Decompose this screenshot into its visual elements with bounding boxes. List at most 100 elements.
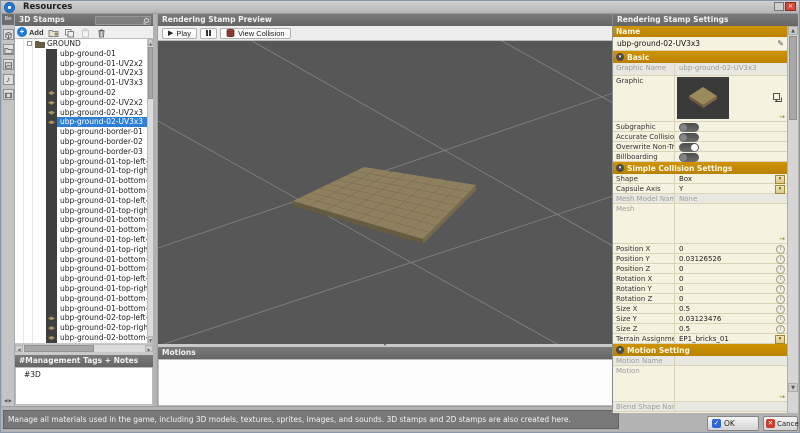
- settings-scrollbar[interactable]: ▲ ▼: [787, 26, 798, 413]
- expand-toggle-icon[interactable]: [27, 41, 32, 46]
- play-button[interactable]: ▶ Play: [162, 28, 197, 39]
- stepper-icon[interactable]: ↕: [776, 265, 785, 274]
- toggle-switch[interactable]: [679, 133, 699, 142]
- scroll-thumb[interactable]: [789, 36, 797, 120]
- scroll-thumb[interactable]: [148, 47, 153, 99]
- tree-item[interactable]: ubp-ground-02: [15, 88, 153, 98]
- tree-item[interactable]: ubp-ground-border-03: [15, 147, 153, 157]
- toggle-switch[interactable]: [679, 153, 699, 162]
- add-stamp-button[interactable]: + Add: [17, 27, 44, 37]
- stepper-icon[interactable]: ↕: [776, 305, 785, 314]
- tree-item[interactable]: ubp-ground-01-top-right-B: [15, 206, 153, 216]
- tree-item[interactable]: ubp-ground-border-02: [15, 137, 153, 147]
- scroll-right-icon[interactable]: ▶: [145, 345, 153, 352]
- tree-item[interactable]: ubp-ground-01-top-left-C-UV2x2: [15, 274, 153, 284]
- value-field[interactable]: 0: [675, 264, 787, 274]
- tree-item[interactable]: ubp-ground-02-UV2x3: [15, 108, 153, 118]
- tree-item[interactable]: ubp-ground-02-top-right-B: [15, 323, 153, 333]
- expand-arrow-icon[interactable]: →: [779, 236, 785, 243]
- ok-button[interactable]: ✓ OK: [707, 416, 759, 431]
- expand-arrow-icon[interactable]: →: [779, 394, 785, 401]
- maximize-button[interactable]: [774, 2, 784, 11]
- tree-item[interactable]: ubp-ground-01-bottom-left-B: [15, 215, 153, 225]
- value-field[interactable]: 0.5: [675, 324, 787, 334]
- cube-3d-icon[interactable]: [3, 29, 14, 40]
- scroll-thumb[interactable]: [24, 345, 94, 352]
- stepper-icon[interactable]: ↕: [776, 255, 785, 264]
- tree-item[interactable]: ubp-ground-01-bottom-right-A: [15, 186, 153, 196]
- tags-note-field[interactable]: #3D: [15, 367, 153, 405]
- scroll-up-icon[interactable]: ▲: [788, 26, 798, 35]
- new-folder-button[interactable]: [47, 26, 60, 38]
- tree-item-label: ubp-ground-02-bottom-left-B: [57, 333, 153, 343]
- tree-item[interactable]: ubp-ground-01-top-right-A: [15, 166, 153, 176]
- expand-arrow-icon[interactable]: →: [779, 114, 785, 121]
- scroll-up-icon[interactable]: ▲: [148, 39, 153, 46]
- tree-item[interactable]: ubp-ground-01-top-left-A: [15, 157, 153, 167]
- search-input[interactable]: [95, 16, 151, 25]
- stepper-icon[interactable]: ↕: [776, 325, 785, 334]
- tree-item[interactable]: ubp-ground-01-bottom-right-C: [15, 264, 153, 274]
- terrain-dropdown[interactable]: ▾: [775, 335, 785, 344]
- tree-item[interactable]: ubp-ground-01-bottom-right-B: [15, 225, 153, 235]
- tree-item[interactable]: ubp-ground-01: [15, 49, 153, 59]
- tree-item[interactable]: ubp-ground-01-UV2x3: [15, 68, 153, 78]
- stepper-icon[interactable]: ↕: [776, 295, 785, 304]
- tree-folder-ground[interactable]: GROUND: [15, 39, 153, 49]
- value-field[interactable]: 0.03126526: [675, 254, 787, 264]
- cancel-button[interactable]: ✕ Cancel: [763, 416, 798, 431]
- collapse-badge-icon[interactable]: ▾: [616, 346, 624, 354]
- collapse-badge-icon[interactable]: ▾: [616, 164, 624, 172]
- delete-trash-icon[interactable]: [95, 26, 108, 38]
- value-field[interactable]: 0.5: [675, 304, 787, 314]
- stepper-icon[interactable]: ↕: [776, 275, 785, 284]
- pause-button[interactable]: [200, 28, 217, 39]
- duplicate-button[interactable]: [63, 26, 76, 38]
- tree-item[interactable]: ubp-ground-border-01: [15, 127, 153, 137]
- tree-item[interactable]: ubp-ground-02-UV3x3: [15, 117, 153, 127]
- tree-item[interactable]: ubp-ground-02-bottom-left-B: [15, 333, 153, 343]
- tree-horizontal-scrollbar[interactable]: ◀ ▶: [15, 344, 153, 352]
- value-field[interactable]: 0: [675, 244, 787, 254]
- tree-item[interactable]: ubp-ground-01-bottom-left-C: [15, 255, 153, 265]
- tree-item[interactable]: ubp-ground-01-bottom-right-C-UV2x2: [15, 304, 153, 314]
- value-field[interactable]: 0: [675, 294, 787, 304]
- value-field[interactable]: 0: [675, 274, 787, 284]
- edit-pencil-icon[interactable]: ✎: [777, 39, 784, 48]
- scroll-down-icon[interactable]: ▼: [148, 336, 153, 343]
- stepper-icon[interactable]: ↕: [776, 245, 785, 254]
- scroll-down-icon[interactable]: ▼: [788, 383, 798, 392]
- stamp-3d-folder-icon[interactable]: [3, 44, 14, 55]
- tree-item[interactable]: ubp-ground-01-top-right-C: [15, 245, 153, 255]
- tree-item[interactable]: ubp-ground-01-UV3x3: [15, 78, 153, 88]
- tree-item[interactable]: ubp-ground-02-UV2x2: [15, 98, 153, 108]
- movie-film-icon[interactable]: [3, 89, 14, 100]
- stepper-icon[interactable]: ↕: [776, 285, 785, 294]
- stepper-icon[interactable]: ↕: [776, 315, 785, 324]
- close-button[interactable]: ✕: [785, 2, 796, 11]
- tree-item[interactable]: ubp-ground-01-top-left-C: [15, 235, 153, 245]
- motions-list[interactable]: [158, 359, 613, 406]
- tree-vertical-scrollbar[interactable]: ▲ ▼: [147, 39, 153, 343]
- tree-item[interactable]: ubp-ground-01-UV2x2: [15, 59, 153, 69]
- tree-item[interactable]: ubp-ground-01-top-right-C-UV2x2: [15, 284, 153, 294]
- scroll-left-icon[interactable]: ◀: [15, 345, 23, 352]
- rail-collapse-button[interactable]: Re: [2, 14, 14, 25]
- tree-item[interactable]: ubp-ground-01-bottom-left-C-UV2x2: [15, 294, 153, 304]
- view-collision-button[interactable]: View Collision: [220, 28, 291, 39]
- collapse-badge-icon[interactable]: ▾: [616, 53, 624, 61]
- toggle-switch[interactable]: [679, 123, 699, 132]
- value-field[interactable]: 0: [675, 284, 787, 294]
- value-field[interactable]: 0.03123476: [675, 314, 787, 324]
- toggle-switch[interactable]: [679, 143, 699, 152]
- audio-note-icon[interactable]: ♪: [3, 74, 14, 85]
- rail-scroll-arrows[interactable]: ◀▶: [2, 399, 15, 404]
- tree-item[interactable]: ubp-ground-02-top-left-B: [15, 313, 153, 323]
- tree-item[interactable]: ubp-ground-01-bottom-left-A: [15, 176, 153, 186]
- paste-button[interactable]: [79, 26, 92, 38]
- tree-item[interactable]: ubp-ground-01-top-left-B: [15, 196, 153, 206]
- stamp-2d-image-icon[interactable]: [3, 59, 14, 70]
- replace-graphic-button[interactable]: [772, 91, 783, 102]
- preview-3d-viewport[interactable]: [158, 41, 613, 344]
- name-field[interactable]: ubp-ground-02-UV3x3: [613, 37, 787, 50]
